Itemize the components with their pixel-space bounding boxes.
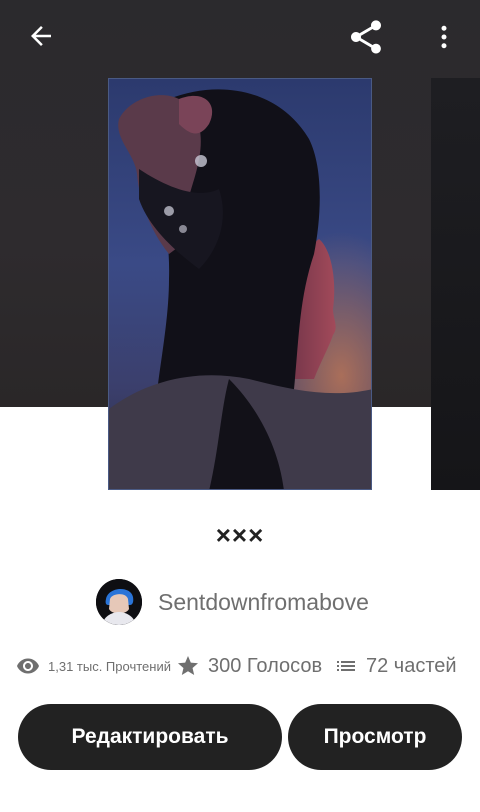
bottom-content-peek [200, 804, 272, 812]
reads-count: 1,31 тыс. Прочтений [48, 658, 171, 674]
cover-illustration [109, 79, 371, 489]
eye-icon [17, 658, 39, 674]
more-vertical-icon [441, 25, 447, 49]
back-button[interactable] [18, 14, 64, 58]
story-title: ××× [215, 520, 265, 550]
story-cover-image[interactable] [108, 78, 372, 490]
top-app-bar [0, 0, 480, 72]
votes-stat: 300 Голосов [176, 650, 322, 682]
parts-count: 72 частей [366, 654, 457, 677]
parts-stat: 72 частей [334, 650, 457, 682]
votes-count: 300 Голосов [208, 654, 323, 677]
share-icon [351, 20, 381, 54]
author-link[interactable]: Sentdownfromabove [96, 578, 369, 626]
next-story-cover-peek[interactable] [431, 78, 480, 490]
star-icon [178, 656, 198, 675]
view-button[interactable]: Просмотр [288, 704, 462, 770]
reads-stat: 1,31 тыс. Прочтений [16, 650, 171, 682]
author-name[interactable]: Sentdownfromabove [158, 589, 369, 616]
edit-button[interactable]: Редактировать [18, 704, 282, 770]
list-icon [337, 661, 355, 671]
avatar-illustration [96, 579, 142, 625]
arrow-left-icon [31, 26, 51, 46]
share-button[interactable] [342, 14, 390, 60]
author-avatar[interactable] [96, 579, 142, 625]
more-options-button[interactable] [424, 14, 464, 60]
